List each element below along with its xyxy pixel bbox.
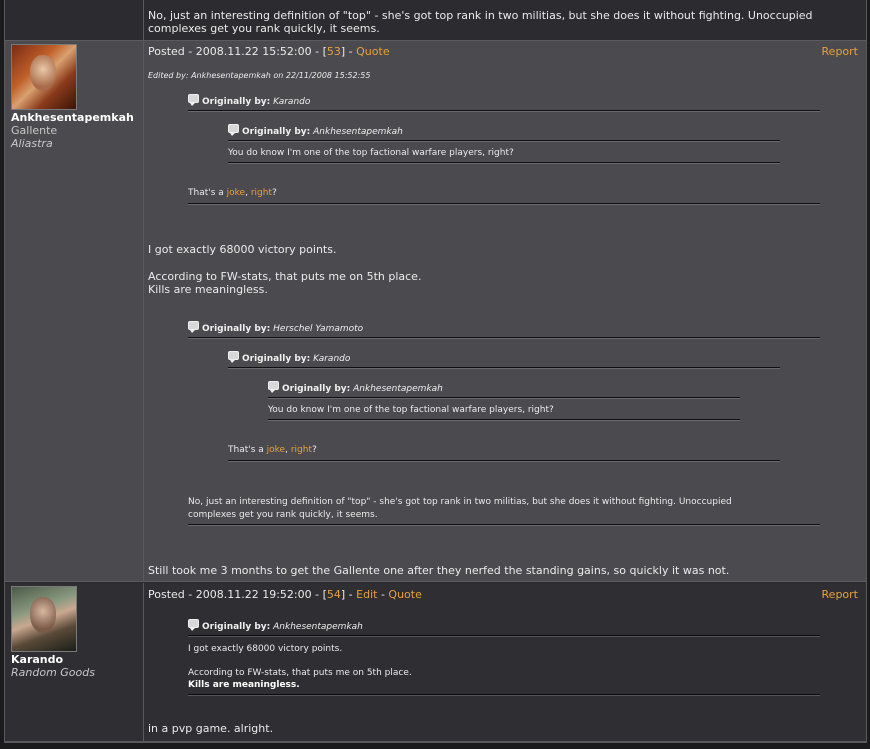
post-body: Posted - 2008.11.22 19:52:00 - [54] - Ed… (144, 583, 866, 741)
post-number-link[interactable]: 54 (327, 588, 341, 601)
forum-post-54: Karando Random Goods Posted - 2008.11.22… (5, 583, 866, 742)
quote-author: Karando (313, 354, 351, 364)
author-column: Karando Random Goods (5, 583, 144, 741)
quote-header: Originally by: Ankhesentapemkah (228, 124, 403, 138)
post-text-line: in a pvp game. alright. (148, 722, 274, 735)
quote-text: complexes get you rank quickly, it seems… (188, 510, 378, 520)
author-corp[interactable]: Random Goods (11, 666, 95, 679)
quote-divider (188, 203, 820, 205)
quote-header: Originally by: Ankhesentapemkah (268, 381, 443, 395)
quote-icon (188, 94, 199, 106)
previous-post-tail: No, just an interesting definition of "t… (5, 0, 866, 41)
post-number-link[interactable]: 53 (327, 45, 341, 58)
quote-header: Originally by: Karando (228, 351, 350, 365)
quote-divider (228, 367, 780, 369)
quote-header: Originally by: Ankhesentapemkah (188, 619, 363, 633)
quote-text: You do know I'm one of the top factional… (228, 148, 514, 158)
quote-text-fragment: ? (271, 188, 277, 198)
quote-link[interactable]: Quote (388, 588, 421, 601)
quote-label: Originally by: (242, 354, 311, 364)
quote-divider (228, 140, 780, 142)
right-link[interactable]: right (251, 188, 272, 198)
avatar[interactable] (11, 586, 77, 652)
quote-link[interactable]: Quote (356, 45, 389, 58)
quote-divider (188, 337, 820, 339)
quote-author: Herschel Yamamoto (273, 324, 364, 334)
quote-divider (188, 524, 820, 526)
posted-sep: ] - (340, 45, 357, 58)
forum-post-53: Ankhesentapemkah Gallente Aliastra Poste… (5, 41, 866, 582)
quote-text: That's a joke, right? (228, 444, 317, 456)
quote-divider (188, 694, 820, 696)
quote-author: Ankhesentapemkah (353, 384, 443, 394)
post-header: Posted - 2008.11.22 15:52:00 - [53] - Qu… (148, 45, 390, 58)
post-body: Posted - 2008.11.22 15:52:00 - [53] - Qu… (144, 41, 866, 581)
quote-text: You do know I'm one of the top factional… (268, 405, 554, 415)
author-name[interactable]: Karando (11, 653, 63, 666)
quote-icon (228, 351, 239, 363)
joke-link[interactable]: joke (267, 445, 285, 455)
author-corp[interactable]: Aliastra (11, 137, 53, 150)
quote-divider (188, 110, 820, 112)
post-text-line: No, just an interesting definition of "t… (148, 9, 813, 22)
quote-text: No, just an interesting definition of "t… (188, 497, 732, 507)
quote-label: Originally by: (202, 97, 271, 107)
quote-divider (228, 460, 780, 462)
quote-header: Originally by: Karando (188, 94, 310, 108)
posted-sep: ] - (340, 588, 357, 601)
quote-text: That's a joke, right? (188, 187, 277, 199)
quote-divider (268, 397, 740, 399)
quote-label: Originally by: (282, 384, 351, 394)
quote-divider (268, 419, 740, 421)
quote-author: Ankhesentapemkah (273, 622, 363, 632)
post-text-line: According to FW-stats, that puts me on 5… (148, 270, 422, 283)
joke-link[interactable]: joke (227, 188, 245, 198)
quote-label: Originally by: (242, 127, 311, 137)
quote-author: Ankhesentapemkah (313, 127, 403, 137)
post-text-line: I got exactly 68000 victory points. (148, 243, 337, 256)
post-text-line: Still took me 3 months to get the Gallen… (148, 564, 730, 577)
quote-header: Originally by: Herschel Yamamoto (188, 321, 363, 335)
quote-icon (268, 381, 279, 393)
edited-by-note: Edited by: Ankhesentapemkah on 22/11/200… (148, 71, 371, 80)
quote-text: Kills are meaningless. (188, 680, 300, 690)
edit-link[interactable]: Edit (356, 588, 377, 601)
forum-thread: No, just an interesting definition of "t… (4, 0, 867, 743)
quote-text-fragment: That's a (228, 445, 267, 455)
quote-text-fragment: ? (311, 445, 317, 455)
author-name[interactable]: Ankhesentapemkah (11, 111, 134, 124)
quote-icon (188, 619, 199, 631)
quote-label: Originally by: (202, 324, 271, 334)
quote-label: Originally by: (202, 622, 271, 632)
report-link[interactable]: Report (822, 45, 858, 58)
quote-text-fragment: That's a (188, 188, 227, 198)
quote-text: According to FW-stats, that puts me on 5… (188, 668, 412, 678)
quote-author: Karando (273, 97, 311, 107)
avatar[interactable] (11, 44, 77, 110)
quote-text: I got exactly 68000 victory points. (188, 644, 343, 654)
quote-icon (188, 321, 199, 333)
author-column: Ankhesentapemkah Gallente Aliastra (5, 41, 144, 581)
right-link[interactable]: right (291, 445, 312, 455)
posted-timestamp: Posted - 2008.11.22 19:52:00 - [ (148, 588, 327, 601)
posted-sep: - (377, 588, 389, 601)
post-text-line: Kills are meaningless. (148, 283, 268, 296)
posted-timestamp: Posted - 2008.11.22 15:52:00 - [ (148, 45, 327, 58)
post-body: No, just an interesting definition of "t… (144, 0, 866, 40)
report-link[interactable]: Report (822, 588, 858, 601)
post-text-line: complexes get you rank quickly, it seems… (148, 22, 380, 35)
author-column (5, 0, 144, 40)
author-race: Gallente (11, 124, 58, 137)
quote-divider (228, 162, 780, 164)
quote-icon (228, 124, 239, 136)
post-header: Posted - 2008.11.22 19:52:00 - [54] - Ed… (148, 588, 422, 601)
quote-divider (188, 635, 820, 637)
